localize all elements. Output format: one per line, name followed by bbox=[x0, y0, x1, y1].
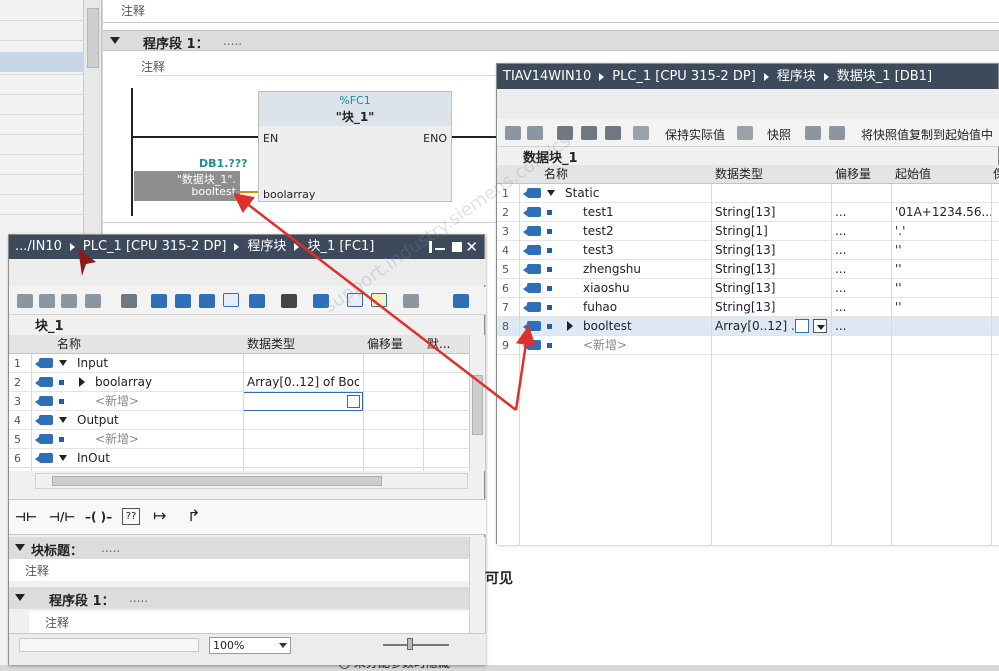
annotation-arrows bbox=[78, 192, 536, 411]
arrow-to-operand bbox=[233, 192, 517, 411]
cursor-icon bbox=[78, 248, 96, 276]
arrow-to-booltest bbox=[514, 325, 536, 411]
